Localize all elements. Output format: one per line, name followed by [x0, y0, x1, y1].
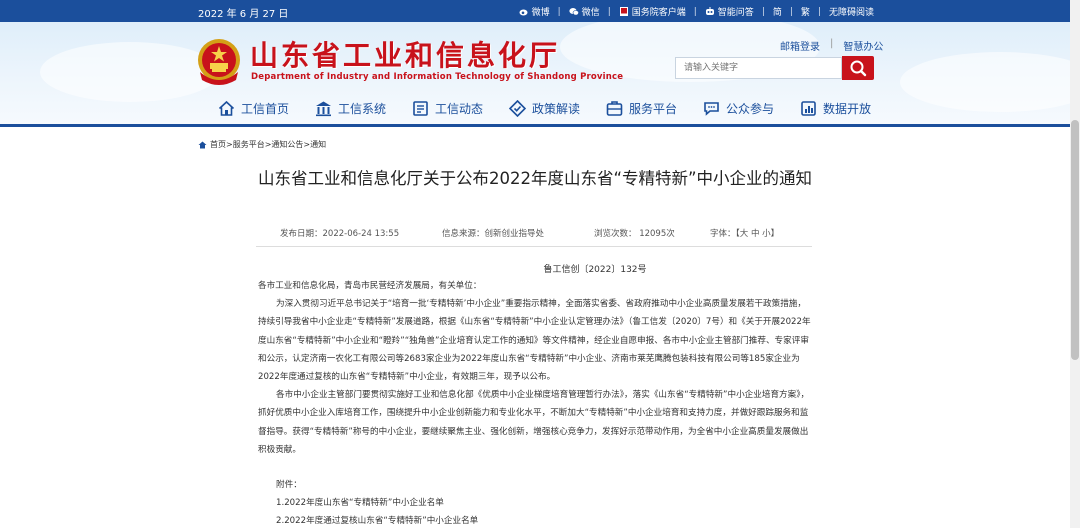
robot-icon	[705, 7, 714, 15]
data-icon	[801, 100, 816, 116]
info-source: 信息来源：创新创业指导处	[442, 229, 545, 239]
meta-divider	[256, 246, 812, 247]
article-title: 山东省工业和信息化厅关于公布2022年度山东省“专精特新”中小企业的通知	[257, 169, 813, 188]
nav-news[interactable]: 工信动态	[412, 98, 509, 118]
building-icon	[316, 101, 331, 116]
mobile-client-icon	[619, 7, 628, 16]
nav-system[interactable]: 工信系统	[315, 98, 412, 118]
breadcrumb: 首页>服务平台>通知公告>通知	[198, 139, 326, 150]
mailbox-login-link[interactable]: 邮箱登录	[780, 38, 820, 53]
nav-service[interactable]: 服务平台	[606, 98, 703, 118]
weibo-icon	[519, 9, 528, 16]
body-paragraph: 各市中小企业主管部门要贯彻实施好工业和信息化部《优质中小企业梯度培育管理暂行办法…	[258, 390, 810, 455]
site-title[interactable]: 山东省工业和信息化厅	[250, 34, 560, 74]
policy-icon	[509, 99, 526, 117]
salutation: 各市工业和信息化局，青岛市民营经济发展局，有关单位：	[258, 281, 482, 291]
news-icon	[413, 100, 428, 116]
wechat-link[interactable]: 微信	[569, 5, 600, 18]
wechat-icon	[569, 8, 579, 16]
header-divider	[0, 124, 1080, 127]
view-count: 浏览次数： 12095次	[594, 229, 675, 239]
nav-home[interactable]: 工信首页	[218, 98, 315, 118]
attachment-link[interactable]: 1.2022年度山东省“专精特新”中小企业名单	[276, 496, 444, 508]
current-date: 2022 年 6 月 27 日	[198, 9, 289, 20]
search-input[interactable]	[675, 57, 842, 79]
body-paragraph: 为深入贯彻习近平总书记关于“培育一批‘专精特新’中小企业”重要指示精神，全面落实…	[258, 299, 811, 383]
search-button[interactable]	[842, 56, 874, 80]
publish-date: 发布日期：2022-06-24 13:55	[280, 229, 400, 239]
home-icon	[218, 100, 235, 116]
site-header: 山东省工业和信息化厅 Department of Industry and In…	[0, 22, 1080, 126]
top-links: 微博 | 微信 | 国务院客户端 | 智能问答 | 简 | 繁 | 无障碍阅读	[519, 5, 874, 18]
weibo-link[interactable]: 微博	[519, 5, 550, 18]
document-number: 鲁工信创〔2022〕132号	[543, 265, 647, 275]
chat-icon	[704, 101, 719, 116]
service-icon	[606, 100, 623, 116]
nav-participation[interactable]: 公众参与	[703, 98, 800, 118]
nav-open-data[interactable]: 数据开放	[800, 98, 897, 118]
breadcrumb-path[interactable]: 首页>服务平台>通知公告>通知	[210, 139, 326, 150]
search-icon	[850, 60, 867, 77]
attachments-label: 附件：	[276, 480, 302, 490]
main-nav: 工信首页 工信系统 工信动态 政策解读 服务平台 公众参与 数据开放	[218, 98, 897, 118]
smart-office-link[interactable]: 智慧办公	[843, 38, 883, 53]
accessibility-link[interactable]: 无障碍阅读	[829, 5, 874, 18]
smart-qa-link[interactable]: 智能问答	[705, 5, 754, 18]
simplified-chinese-link[interactable]: 简	[773, 5, 782, 18]
scrollbar-thumb[interactable]	[1071, 120, 1079, 360]
national-emblem-icon	[198, 39, 240, 85]
article-body: 各市工业和信息化局，青岛市民营经济发展局，有关单位： 为深入贯彻习近平总书记关于…	[258, 277, 814, 459]
nav-policy[interactable]: 政策解读	[509, 98, 606, 118]
traditional-chinese-link[interactable]: 繁	[801, 5, 810, 18]
home-icon	[198, 141, 207, 148]
attachment-link[interactable]: 2.2022年度通过复核山东省“专精特新”中小企业名单	[276, 514, 478, 526]
state-council-client-link[interactable]: 国务院客户端	[619, 5, 686, 18]
font-size-control[interactable]: 字体：【大 中 小】	[710, 227, 779, 239]
top-bar: 2022 年 6 月 27 日 微博 | 微信 | 国务院客户端 | 智能问答 …	[0, 0, 1080, 22]
site-title-english: Department of Industry and Information T…	[251, 72, 624, 82]
header-links: 邮箱登录 | 智慧办公	[780, 38, 884, 53]
